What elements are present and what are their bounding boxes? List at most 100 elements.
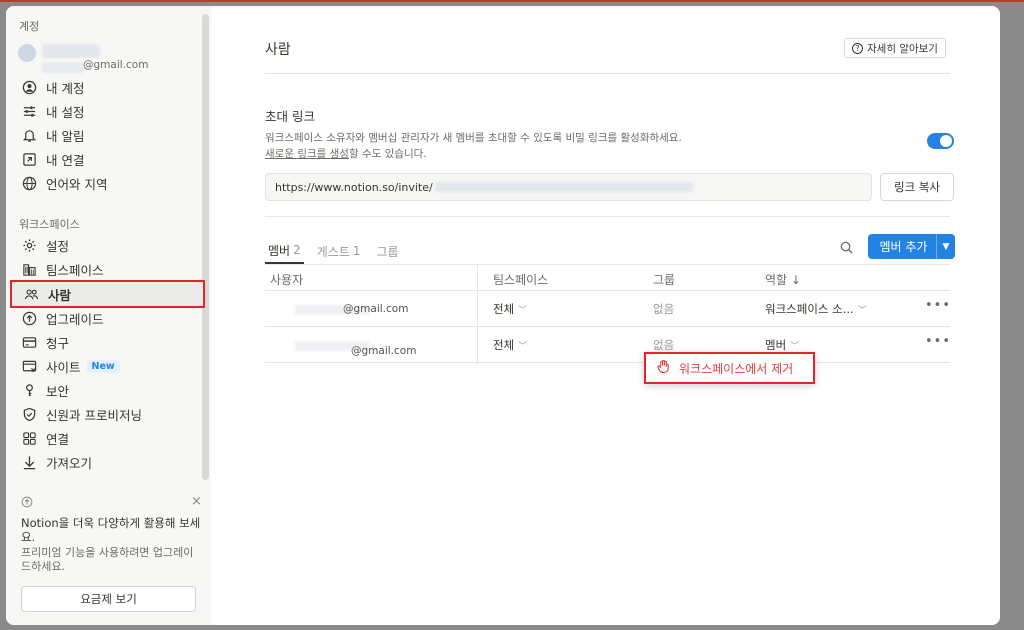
invite-link-toggle[interactable] <box>927 133 954 149</box>
column-header-group[interactable]: 그룹 <box>653 271 675 288</box>
group-value: 없음 <box>653 302 675 316</box>
sidebar-item-label: 팀스페이스 <box>46 262 104 278</box>
sidebar-item-label: 사람 <box>48 287 72 303</box>
sidebar-item-settings[interactable]: 설정 <box>10 233 205 257</box>
user-name-redacted <box>42 44 100 58</box>
invite-link-token-redacted <box>434 182 693 192</box>
avatar <box>18 44 36 62</box>
column-header-user[interactable]: 사용자 <box>270 271 303 288</box>
role-value: 워크스페이스 소... <box>765 302 854 316</box>
sliders-icon <box>20 102 38 120</box>
table-row: @gmail.com 전체 ﹀ 없음 워크스페이스 소... ﹀ ••• <box>265 291 950 327</box>
tab-label: 그룹 <box>376 244 399 259</box>
people-settings-panel: 사람 ? 자세히 알아보기 초대 링크 워크스페이스 소유자와 멤버십 관리자가… <box>211 6 1000 625</box>
sidebar-item-billing[interactable]: 청구 <box>10 330 205 354</box>
tab-groups[interactable]: 그룹 <box>374 238 402 264</box>
sidebar-item-my-connections[interactable]: 내 연결 <box>10 147 205 171</box>
learn-more-button[interactable]: ? 자세히 알아보기 <box>844 38 946 58</box>
account-heading: 계정 <box>19 20 40 33</box>
teamspace-value: 전체 <box>493 302 515 316</box>
role-value: 멤버 <box>765 338 787 352</box>
table-header: 사용자 팀스페이스 그룹 역할 ↓ <box>265 264 950 291</box>
buildings-icon <box>20 260 38 278</box>
invite-link-description: 워크스페이스 소유자와 멤버십 관리자가 새 멤버를 초대할 수 있도록 비밀 … <box>265 130 682 162</box>
sidebar-item-people[interactable]: 사람 <box>10 280 205 308</box>
new-badge: New <box>86 359 120 373</box>
close-icon[interactable]: × <box>191 494 202 509</box>
add-member-button[interactable]: 멤버 추가 ▼ <box>868 234 955 259</box>
bell-icon <box>20 126 38 144</box>
table-row: @gmail.com 전체 ﹀ 없음 멤버 ﹀ ••• <box>265 327 950 363</box>
sidebar-item-label: 가져오기 <box>46 455 93 471</box>
upsell-description: 프리미엄 기능을 사용하려면 업그레이드하세요. <box>21 546 194 573</box>
arrow-up-circle-icon <box>21 496 33 511</box>
sidebar-item-import[interactable]: 가져오기 <box>10 450 205 474</box>
sidebar-item-my-notifications[interactable]: 내 알림 <box>10 123 205 147</box>
settings-modal: 계정 @gmail.com 내 계정 내 설정 내 알림 내 연결 언어와 지역… <box>6 6 1000 625</box>
question-icon: ? <box>852 42 863 54</box>
key-icon <box>20 381 38 399</box>
search-icon[interactable] <box>839 240 855 256</box>
sidebar-item-my-account[interactable]: 내 계정 <box>10 75 205 99</box>
sidebar-item-label: 내 계정 <box>46 80 85 96</box>
generate-new-link[interactable]: 새로운 링크를 생성 <box>265 148 349 160</box>
teamspace-select[interactable]: 전체 ﹀ <box>493 337 527 353</box>
tab-guests[interactable]: 게스트 1 <box>314 238 364 264</box>
user-circle-icon <box>20 78 38 96</box>
shield-icon <box>20 405 38 423</box>
download-arrow-icon <box>20 453 38 471</box>
sidebar-item-label: 설정 <box>46 238 70 254</box>
user-email-redacted <box>42 63 84 73</box>
sidebar-item-label: 내 알림 <box>46 128 85 144</box>
role-select[interactable]: 멤버 ﹀ <box>765 337 799 353</box>
sidebar-item-security[interactable]: 보안 <box>10 378 205 402</box>
sidebar-item-connections[interactable]: 연결 <box>10 426 205 450</box>
hand-wave-icon <box>656 359 671 377</box>
member-email: @gmail.com <box>351 345 417 357</box>
divider <box>265 216 950 217</box>
sidebar-item-label: 내 설정 <box>46 104 85 120</box>
add-member-label: 멤버 추가 <box>879 240 928 254</box>
people-tabs: 멤버 2 게스트 1 그룹 <box>265 238 402 264</box>
credit-card-icon <box>20 333 38 351</box>
globe-icon <box>20 174 38 192</box>
invite-description-rest: 할 수도 있습니다. <box>348 148 427 160</box>
sidebar-item-upgrade[interactable]: 업그레이드 <box>10 306 205 330</box>
chevron-down-icon[interactable]: ▼ <box>937 242 955 252</box>
sidebar-item-language-region[interactable]: 언어와 지역 <box>10 171 205 195</box>
more-options-icon[interactable]: ••• <box>925 298 951 313</box>
gear-icon <box>20 236 38 254</box>
sidebar-item-teamspaces[interactable]: 팀스페이스 <box>10 257 205 281</box>
remove-from-workspace-menu[interactable]: 워크스페이스에서 제거 <box>644 352 815 384</box>
invite-link-title: 초대 링크 <box>265 109 315 124</box>
chevron-down-icon: ﹀ <box>518 306 528 316</box>
tab-label: 게스트 <box>316 244 350 259</box>
learn-more-label: 자세히 알아보기 <box>867 42 938 55</box>
teamspace-select[interactable]: 전체 ﹀ <box>493 301 527 317</box>
sidebar-item-label: 업그레이드 <box>46 311 104 327</box>
column-header-role[interactable]: 역할 ↓ <box>765 271 801 288</box>
sidebar-item-sites[interactable]: 사이트 New <box>10 354 205 378</box>
copy-link-button[interactable]: 링크 복사 <box>880 173 954 201</box>
column-header-teamspace[interactable]: 팀스페이스 <box>493 271 548 288</box>
view-plans-button[interactable]: 요금제 보기 <box>21 586 196 612</box>
invite-link-field[interactable]: https://www.notion.so/invite/ <box>265 173 872 201</box>
sidebar-item-label: 보안 <box>46 383 70 399</box>
tab-count: 2 <box>293 243 301 257</box>
grid-icon <box>20 429 38 447</box>
sidebar-item-label: 연결 <box>46 431 70 447</box>
people-icon <box>22 285 40 303</box>
sidebar-item-label: 신원과 프로비저닝 <box>46 407 142 423</box>
user-email: @gmail.com <box>83 59 149 71</box>
sidebar-item-label: 사이트 <box>46 359 81 375</box>
sidebar-item-label: 내 연결 <box>46 152 85 168</box>
member-email: @gmail.com <box>343 303 409 315</box>
external-link-icon <box>20 150 38 168</box>
more-options-icon[interactable]: ••• <box>925 334 951 349</box>
site-icon <box>20 357 38 375</box>
tab-count: 1 <box>352 244 361 258</box>
sidebar-item-my-settings[interactable]: 내 설정 <box>10 99 205 123</box>
tab-members[interactable]: 멤버 2 <box>265 238 304 264</box>
role-select[interactable]: 워크스페이스 소... ﹀ <box>765 301 867 317</box>
sidebar-item-identity-provisioning[interactable]: 신원과 프로비저닝 <box>10 402 205 426</box>
